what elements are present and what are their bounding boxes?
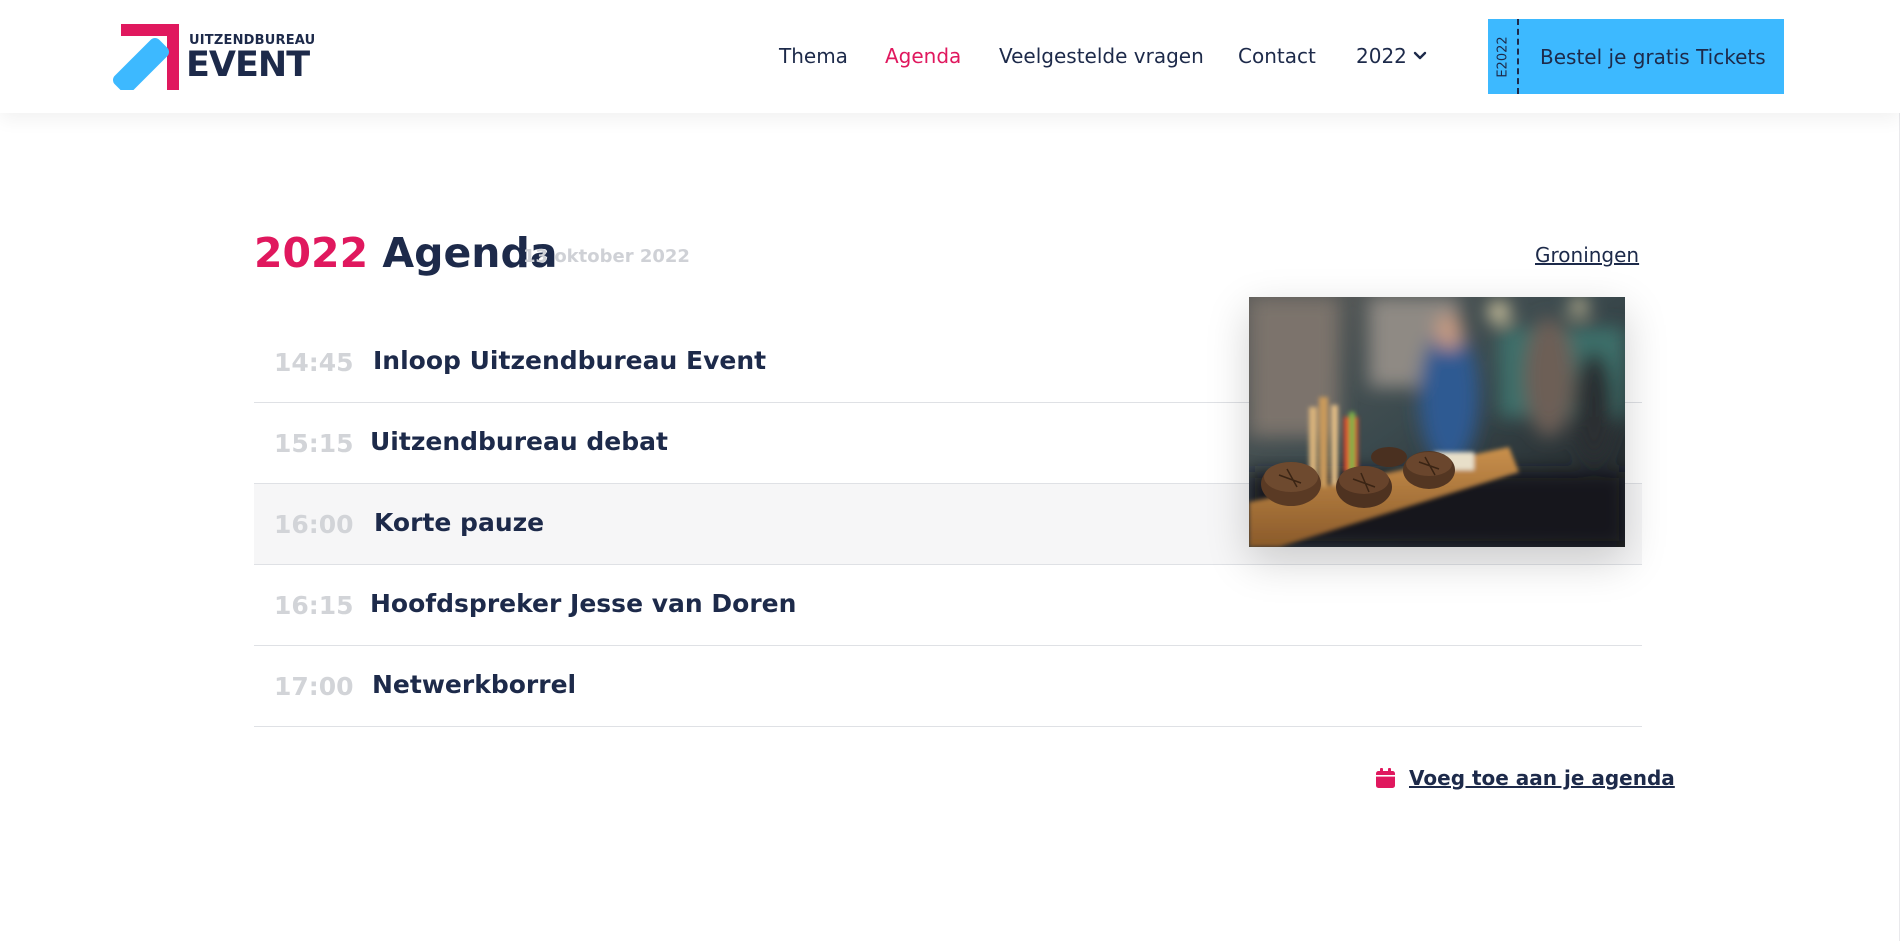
logo[interactable]: UITZENDBUREAU EVENT <box>113 24 315 90</box>
logo-arrow-icon <box>113 24 179 90</box>
calendar-icon <box>1376 768 1395 788</box>
year-dropdown[interactable]: 2022 <box>1356 44 1407 68</box>
ticket-stub-text: E2022 <box>1495 36 1511 78</box>
agenda-time: 14:45 <box>274 348 354 377</box>
site-header: UITZENDBUREAU EVENT Thema Agenda Veelges… <box>0 0 1900 113</box>
nav-faq[interactable]: Veelgestelde vragen <box>999 44 1204 68</box>
agenda-item-title: Uitzendbureau debat <box>370 427 668 456</box>
agenda-item-title: Korte pauze <box>374 508 545 537</box>
nav-agenda[interactable]: Agenda <box>885 44 961 68</box>
agenda-item-title: Inloop Uitzendbureau Event <box>373 346 767 375</box>
location-link[interactable]: Groningen <box>1535 243 1639 267</box>
nav-thema[interactable]: Thema <box>779 44 848 68</box>
event-food-photo <box>1249 297 1625 547</box>
agenda-date: 13 oktober 2022 <box>523 246 690 267</box>
agenda-heading: 2022 Agenda <box>254 226 558 280</box>
agenda-year: 2022 <box>254 229 369 277</box>
agenda-time: 17:00 <box>274 672 354 701</box>
agenda-item-title: Hoofdspreker Jesse van Doren <box>370 589 797 618</box>
nav-contact[interactable]: Contact <box>1238 44 1316 68</box>
agenda-time: 15:15 <box>274 429 354 458</box>
logo-text-bottom: EVENT <box>186 45 310 85</box>
agenda-time: 16:15 <box>274 591 354 620</box>
agenda-item-title: Netwerkborrel <box>372 670 577 699</box>
chevron-down-icon[interactable] <box>1413 50 1427 62</box>
agenda-row: 16:15 Hoofdspreker Jesse van Doren <box>254 565 1642 646</box>
add-to-calendar-label: Voeg toe aan je agenda <box>1409 766 1675 790</box>
agenda-row: 17:00 Netwerkborrel <box>254 646 1642 727</box>
order-tickets-button[interactable]: E2022 Bestel je gratis Tickets <box>1488 19 1784 94</box>
order-tickets-label: Bestel je gratis Tickets <box>1540 45 1766 69</box>
agenda-time: 16:00 <box>274 510 354 539</box>
ticket-stub: E2022 <box>1488 19 1519 94</box>
